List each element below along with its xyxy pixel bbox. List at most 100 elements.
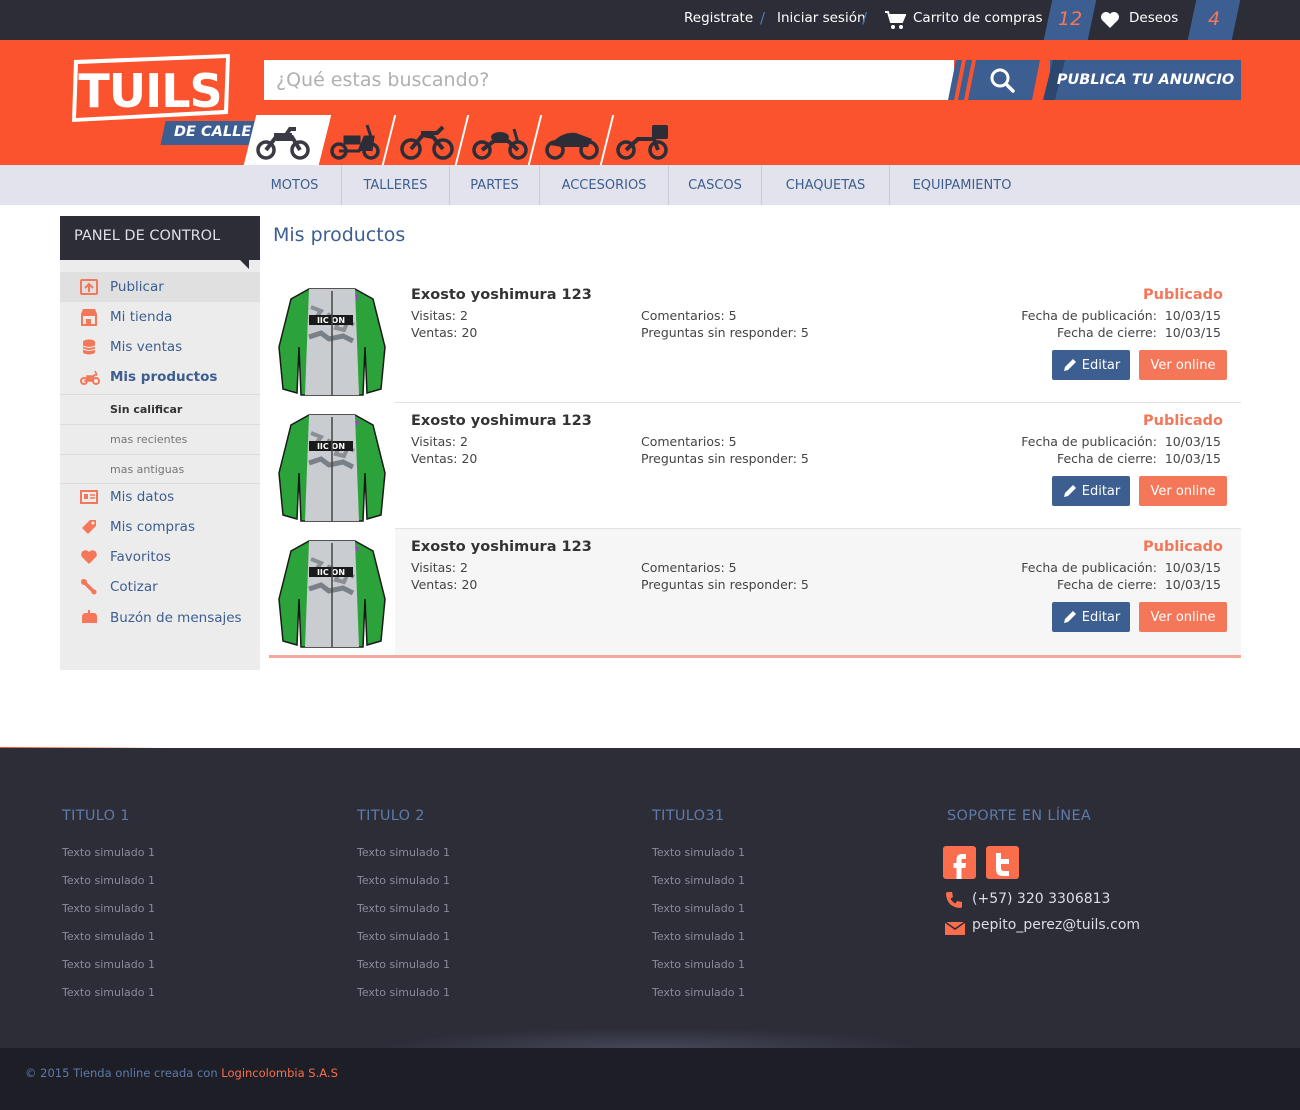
- footer-link[interactable]: Texto simulado 1: [652, 930, 745, 943]
- upload-icon: [80, 278, 98, 296]
- nav-item-chaquetas[interactable]: CHAQUETAS: [762, 165, 890, 205]
- product-name[interactable]: Exosto yoshimura 123: [411, 287, 592, 303]
- nav-item-accesorios[interactable]: ACCESORIOS: [540, 165, 669, 205]
- edit-button-label: Editar: [1081, 483, 1121, 499]
- search-button[interactable]: [948, 60, 1040, 100]
- publish-ad-label: PUBLICA TU ANUNCIO: [1056, 72, 1235, 88]
- footer-link[interactable]: Texto simulado 1: [652, 846, 745, 859]
- support-phone[interactable]: (+57) 320 3306813: [972, 891, 1110, 907]
- edit-button[interactable]: Editar: [1052, 350, 1130, 380]
- search-input[interactable]: [264, 60, 954, 100]
- svg-text:IIC ON: IIC ON: [317, 442, 345, 451]
- tuils-logo[interactable]: TUILS: [70, 52, 232, 128]
- nav-item-equipamiento[interactable]: EQUIPAMIENTO: [890, 165, 1034, 205]
- view-online-button[interactable]: Ver online: [1139, 602, 1227, 632]
- footer-link[interactable]: Texto simulado 1: [62, 874, 155, 887]
- support-email[interactable]: pepito_perez@tuils.com: [972, 917, 1140, 933]
- edit-button[interactable]: Editar: [1052, 476, 1130, 506]
- cart-count: 12: [1058, 8, 1083, 30]
- footer-link[interactable]: Texto simulado 1: [357, 958, 450, 971]
- footer-link[interactable]: Texto simulado 1: [357, 902, 450, 915]
- product-visits: Visitas: 2: [411, 308, 468, 323]
- product-thumbnail[interactable]: IIC ON: [269, 403, 395, 529]
- login-link[interactable]: Iniciar sesión: [777, 10, 866, 26]
- sidebar-item-mis-compras[interactable]: Mis compras: [60, 512, 260, 542]
- close-date: 10/03/15: [1164, 325, 1221, 340]
- mail-icon: [944, 920, 966, 936]
- product-visits: Visitas: 2: [411, 560, 468, 575]
- jacket-image: IIC ON: [278, 288, 386, 396]
- nav-item-cascos[interactable]: CASCOS: [669, 165, 762, 205]
- footer-link[interactable]: Texto simulado 1: [357, 874, 450, 887]
- view-online-button[interactable]: Ver online: [1139, 476, 1227, 506]
- id-card-icon: [80, 488, 98, 506]
- jacket-image: IIC ON: [278, 540, 386, 648]
- sidebar-subitem-mas-recientes[interactable]: mas recientes: [60, 424, 260, 454]
- publication-date: 10/03/15: [1164, 560, 1221, 575]
- sidebar-item-cotizar[interactable]: Cotizar: [60, 572, 260, 602]
- sidebar-item-favoritos[interactable]: Favoritos: [60, 542, 260, 572]
- wishlist-link[interactable]: Deseos: [1129, 10, 1178, 26]
- footer-link[interactable]: Texto simulado 1: [62, 930, 155, 943]
- product-thumbnail[interactable]: IIC ON: [269, 529, 395, 655]
- footer-link[interactable]: Texto simulado 1: [652, 986, 745, 999]
- sidebar-item-buzon[interactable]: Buzón de mensajes: [60, 603, 260, 633]
- twitter-icon[interactable]: [986, 846, 1019, 879]
- footer-link[interactable]: Texto simulado 1: [62, 986, 155, 999]
- footer-link[interactable]: Texto simulado 1: [357, 846, 450, 859]
- copyright-company-link[interactable]: Logincolombia S.A.S: [221, 1066, 338, 1080]
- footer-link[interactable]: Texto simulado 1: [62, 902, 155, 915]
- footer-link[interactable]: Texto simulado 1: [357, 986, 450, 999]
- footer-link[interactable]: Texto simulado 1: [357, 930, 450, 943]
- svg-text:IIC ON: IIC ON: [317, 568, 345, 577]
- facebook-icon[interactable]: [943, 846, 976, 879]
- nav-item-motos[interactable]: MOTOS: [248, 165, 342, 205]
- panel-notch: [240, 260, 249, 269]
- footer-link[interactable]: Texto simulado 1: [62, 958, 155, 971]
- category-tab-touring[interactable]: [614, 115, 674, 165]
- heart-icon[interactable]: [1100, 11, 1120, 29]
- cart-link[interactable]: Carrito de compras: [913, 10, 1043, 26]
- sidebar-item-mis-productos[interactable]: Mis productos: [60, 362, 260, 392]
- footer-column-title: TITULO 2: [357, 808, 425, 824]
- publication-date-label: Fecha de publicación:: [1021, 560, 1157, 575]
- product-sales: Ventas: 20: [411, 577, 478, 592]
- footer-link[interactable]: Texto simulado 1: [62, 846, 155, 859]
- sidebar-item-label: Mis datos: [110, 489, 175, 505]
- copyright-prefix: © 2015 Tienda online creada con: [25, 1066, 218, 1080]
- register-link[interactable]: Registrate: [684, 10, 753, 26]
- category-tab-offroad[interactable]: [397, 115, 457, 165]
- category-tab-scooter[interactable]: [325, 115, 385, 165]
- product-name[interactable]: Exosto yoshimura 123: [411, 413, 592, 429]
- product-name[interactable]: Exosto yoshimura 123: [411, 539, 592, 555]
- separator: /: [760, 9, 766, 27]
- edit-button[interactable]: Editar: [1052, 602, 1130, 632]
- product-comments: Comentarios: 5: [641, 560, 737, 575]
- page-title: Mis productos: [273, 224, 406, 246]
- wishlist-count: 4: [1208, 8, 1221, 30]
- category-tab-cruiser[interactable]: [470, 115, 530, 165]
- cart-icon[interactable]: [884, 10, 907, 30]
- product-thumbnail[interactable]: IIC ON: [269, 277, 395, 403]
- sidebar-subitem-mas-antiguas[interactable]: mas antiguas: [60, 454, 260, 484]
- edit-button-label: Editar: [1081, 609, 1121, 625]
- dirt-bike-icon: [400, 125, 454, 160]
- sidebar-item-mis-ventas[interactable]: Mis ventas: [60, 332, 260, 362]
- sidebar-item-mi-tienda[interactable]: Mi tienda: [60, 302, 260, 332]
- publish-ad-button[interactable]: PUBLICA TU ANUNCIO: [1050, 60, 1241, 100]
- sidebar-item-mis-datos[interactable]: Mis datos: [60, 482, 260, 512]
- footer-link[interactable]: Texto simulado 1: [652, 958, 745, 971]
- view-online-button[interactable]: Ver online: [1139, 350, 1227, 380]
- sidebar-subitem-sin-calificar[interactable]: Sin calificar: [60, 394, 260, 424]
- scooter-icon: [80, 368, 100, 386]
- footer-link[interactable]: Texto simulado 1: [652, 874, 745, 887]
- sidebar-item-publicar[interactable]: Publicar: [60, 272, 260, 302]
- tag-icon: [80, 518, 98, 536]
- mailbox-icon: [80, 609, 98, 627]
- category-tab-street[interactable]: [254, 115, 314, 165]
- footer-link[interactable]: Texto simulado 1: [652, 902, 745, 915]
- category-tab-sport[interactable]: [542, 115, 602, 165]
- nav-item-partes[interactable]: PARTES: [450, 165, 540, 205]
- control-panel-sidebar: PANEL DE CONTROL Publicar Mi tienda Mis …: [60, 216, 260, 670]
- nav-item-talleres[interactable]: TALLERES: [342, 165, 450, 205]
